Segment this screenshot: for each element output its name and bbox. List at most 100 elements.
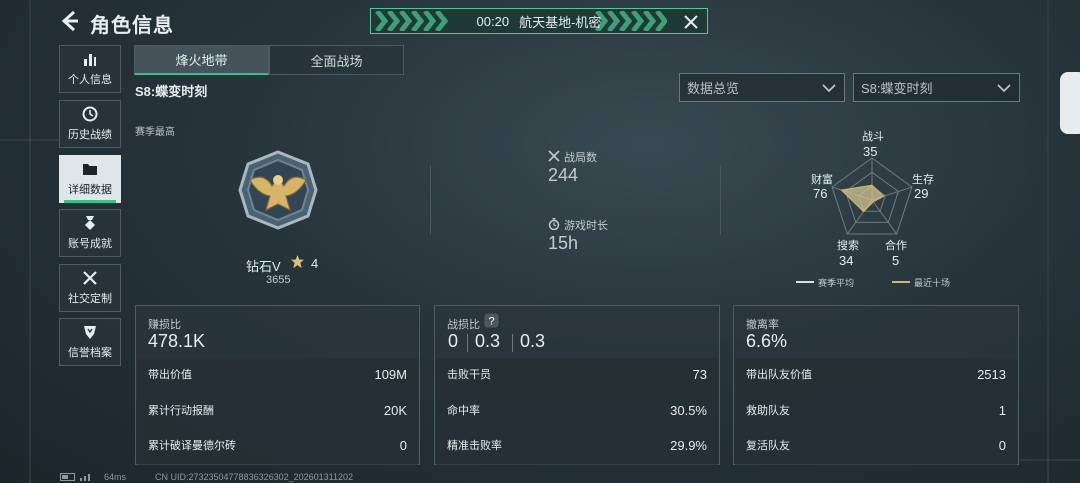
season-select[interactable]: S8:蝶变时刻: [853, 73, 1020, 102]
stat-row: 累计破译曼德尔砖 0: [148, 437, 407, 453]
extract-value: 6.6%: [746, 331, 788, 351]
matches-label: 战局数: [564, 152, 597, 164]
legend-label-recent: 最近十场: [914, 278, 951, 288]
playtime-label: 游戏时长: [564, 220, 608, 232]
sidebar-item-label: 个人信息: [68, 74, 112, 86]
kd-title: 战损比: [447, 319, 480, 331]
sidebar-item-social[interactable]: 社交定制: [59, 264, 121, 312]
uid-text: CN UID:27323504778836326302_202601311202: [155, 472, 354, 482]
bar-chart-icon: [84, 54, 96, 66]
medal-icon: [85, 216, 95, 230]
sidebar-item-reputation[interactable]: 信誉档案: [59, 318, 121, 366]
match-location: 航天基地-机密: [519, 14, 602, 30]
stripe-pattern-left-icon: [375, 11, 449, 31]
page-title: 角色信息: [90, 15, 174, 37]
stat-row-value: 2513: [977, 366, 1006, 382]
data-view-select[interactable]: 数据总览: [679, 73, 845, 102]
playtime-value: 15h: [548, 233, 579, 253]
stat-row-label: 带出价值: [148, 369, 192, 381]
radar-value-combat: 35: [863, 144, 878, 159]
stat-row-value: 20K: [383, 402, 407, 418]
rank-emblem-icon: [238, 150, 318, 230]
legend-swatch-season-avg: [796, 281, 814, 283]
extract-card: 撤离率 6.6% 带出队友价值 2513 救助队友 1 复活队友 0: [733, 305, 1019, 466]
match-timer: 00:20: [476, 13, 510, 29]
kd-value-1: 0: [448, 331, 459, 351]
sidebar-item-label: 社交定制: [68, 293, 112, 305]
extract-title: 撤离率: [746, 319, 779, 331]
help-icon[interactable]: ?: [484, 313, 499, 328]
radar-label-wealth: 财富: [811, 174, 833, 186]
rank-score: 3655: [266, 274, 291, 286]
profit-value: 478.1K: [148, 331, 206, 351]
sidebar-item-detailed-data[interactable]: 详细数据: [59, 155, 121, 203]
sidebar-item-label: 详细数据: [68, 184, 112, 196]
sidebar-item-profile[interactable]: 个人信息: [59, 45, 121, 93]
season-title: S8:蝶变时刻: [135, 84, 208, 99]
match-banner: 00:20 航天基地-机密: [370, 8, 708, 34]
legend-swatch-recent: [892, 281, 910, 283]
profit-title: 赚损比: [148, 319, 181, 331]
radar-value-survival: 29: [914, 186, 929, 201]
radar-axis-line: [871, 199, 898, 235]
chevron-down-icon: [997, 84, 1011, 93]
sidebar-item-label: 历史战绩: [68, 129, 112, 141]
sidebar-item-label: 信誉档案: [68, 347, 112, 359]
stopwatch-icon: [548, 218, 560, 230]
stat-row-label: 击败干员: [447, 369, 491, 381]
radar-value-wealth: 76: [813, 186, 828, 201]
ping-text: 64ms: [104, 472, 127, 482]
radar-label-search: 搜索: [837, 240, 859, 252]
ratio-separator: [467, 334, 468, 352]
stat-row-label: 精准击败率: [447, 440, 502, 452]
radar-chart: [831, 157, 913, 235]
kd-card: 战损比 0 0.3 0.3 击败干员 73 命中率 30.5% 精准击败率 29…: [434, 305, 720, 466]
stat-row-label: 累计行动报酬: [148, 405, 214, 417]
crossed-swords-icon: [548, 150, 560, 162]
stat-row-label: 命中率: [447, 405, 480, 417]
clock-icon: [82, 106, 98, 122]
stat-row-label: 带出队友价值: [746, 369, 812, 381]
radar-label-combat: 战斗: [862, 131, 884, 143]
tab-hazard-zone[interactable]: 烽火地带: [134, 45, 269, 75]
rank-star-count: 4: [311, 256, 319, 271]
stat-row: 击败干员 73: [447, 366, 707, 382]
stat-row: 带出队友价值 2513: [746, 366, 1006, 382]
svg-text:?: ?: [488, 316, 494, 328]
tab-full-battlefield[interactable]: 全面战场: [269, 45, 404, 75]
kd-value-2: 0.3: [475, 331, 501, 351]
stat-row-value: 1: [998, 402, 1006, 418]
back-arrow-icon[interactable]: [58, 9, 82, 33]
kd-value-3: 0.3: [520, 331, 546, 351]
data-view-select-value: 数据总览: [687, 81, 740, 96]
stat-row-value: 73: [692, 366, 707, 382]
radar-label-survival: 生存: [912, 174, 934, 186]
tools-icon: [83, 271, 97, 285]
sidebar-item-history[interactable]: 历史战绩: [59, 100, 121, 148]
radar-value-search: 34: [839, 253, 854, 268]
stat-row-value: 0: [399, 437, 407, 453]
stat-row-label: 累计破译曼德尔砖: [148, 440, 236, 452]
shield-icon: [84, 326, 96, 339]
matches-value: 244: [548, 165, 579, 185]
season-select-value: S8:蝶变时刻: [861, 81, 933, 96]
rank-name: 钻石V: [246, 259, 281, 274]
stat-row-label: 救助队友: [746, 405, 790, 417]
radar-label-cooperation: 合作: [885, 240, 907, 252]
stat-row: 命中率 30.5%: [447, 402, 707, 418]
stat-row: 带出价值 109M: [148, 366, 407, 382]
side-panel-handle[interactable]: [1060, 72, 1080, 134]
sidebar-item-achievements[interactable]: 账号成就: [59, 209, 121, 257]
star-icon: [290, 254, 305, 269]
ratio-separator: [512, 334, 513, 352]
divider: [430, 165, 431, 235]
radar-value-cooperation: 5: [892, 253, 900, 268]
stat-row: 精准击败率 29.9%: [447, 437, 707, 453]
chevron-down-icon: [822, 84, 836, 93]
stat-row-value: 0: [998, 437, 1006, 453]
season-best-label: 赛季最高: [135, 127, 175, 138]
legend-label-season-avg: 赛季平均: [818, 278, 855, 288]
close-icon[interactable]: [681, 12, 701, 32]
divider: [720, 165, 721, 235]
stat-row: 救助队友 1: [746, 402, 1006, 418]
